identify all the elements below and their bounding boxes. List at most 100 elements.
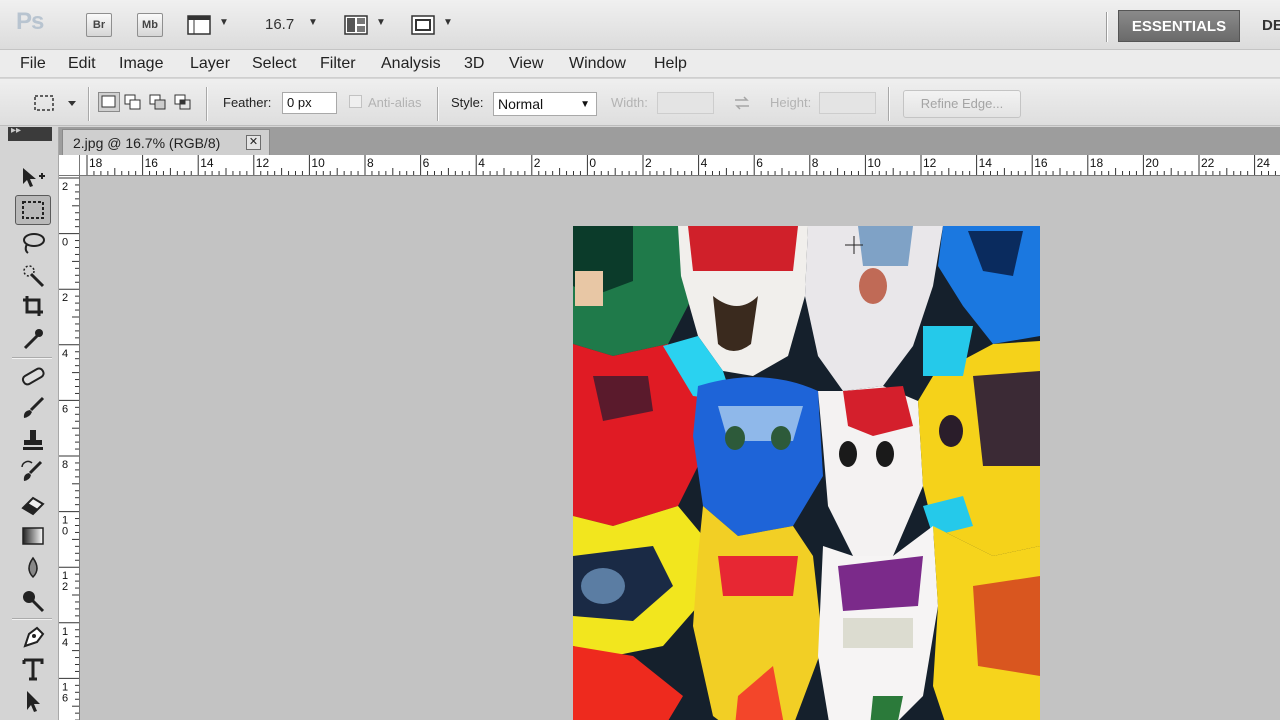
options-bar: Feather: 0 px Anti-alias Style: Normal ▼…	[0, 79, 1280, 126]
ruler-label: 2	[534, 156, 541, 170]
clone-stamp-tool[interactable]	[15, 425, 51, 455]
move-tool[interactable]	[15, 162, 51, 192]
view-extras-dropdown-arrow[interactable]: ▼	[219, 17, 229, 28]
ruler-origin[interactable]	[59, 155, 80, 176]
menu-layer[interactable]: Layer	[190, 55, 230, 73]
menu-file[interactable]: File	[20, 55, 46, 73]
crop-tool[interactable]	[15, 292, 51, 322]
antialias-checkbox[interactable]	[349, 95, 362, 108]
view-extras-icon	[187, 15, 211, 35]
menu-view[interactable]: View	[509, 55, 543, 73]
horizontal-ruler[interactable]: 18 16 14 12 10 8 6 4 2 0 2 4 6 8 10 12 14 16 18 20 22 24	[59, 155, 1280, 176]
new-selection-button[interactable]	[98, 92, 120, 112]
dodge-tool[interactable]	[15, 585, 51, 615]
intersect-selection-button[interactable]	[172, 92, 194, 112]
ruler-label: 0	[62, 526, 68, 538]
ruler-label: 2	[62, 581, 68, 593]
tool-preset-picker[interactable]	[30, 91, 80, 115]
style-select[interactable]: Normal ▼	[493, 92, 597, 116]
arrange-dropdown-arrow[interactable]: ▼	[376, 17, 386, 28]
eraser-tool[interactable]	[15, 489, 51, 519]
width-input[interactable]	[657, 92, 714, 114]
workspace-design-button[interactable]: DE	[1252, 10, 1280, 42]
path-selection-tool[interactable]	[15, 686, 51, 716]
menu-analysis[interactable]: Analysis	[381, 55, 441, 73]
spot-healing-brush-icon	[21, 367, 45, 386]
arrange-documents-icon	[344, 15, 368, 35]
close-document-button[interactable]: ✕	[246, 135, 261, 150]
cursor-crosshair-icon	[845, 236, 863, 254]
refine-edge-button[interactable]: Refine Edge...	[903, 90, 1021, 118]
launch-mini-bridge-button[interactable]: Mb	[137, 13, 163, 37]
swap-arrows-icon	[735, 96, 749, 110]
ruler-label: 2	[645, 156, 652, 170]
tool-group-divider	[12, 618, 52, 620]
menu-3d[interactable]: 3D	[464, 55, 484, 73]
menu-select[interactable]: Select	[252, 55, 296, 73]
launch-bridge-button[interactable]: Br	[86, 13, 112, 37]
ruler-label: 18	[89, 156, 103, 170]
menu-image[interactable]: Image	[119, 55, 163, 73]
blur-tool[interactable]	[15, 553, 51, 583]
ruler-label: 10	[311, 156, 325, 170]
vertical-ruler[interactable]: 20246810121416	[59, 176, 80, 720]
dodge-tool-icon	[23, 591, 45, 613]
add-selection-icon	[124, 94, 141, 110]
tools-panel: ▸▸	[0, 125, 59, 720]
history-brush-tool[interactable]	[15, 457, 51, 487]
ruler-label: 0	[62, 237, 68, 249]
spot-healing-brush-tool[interactable]	[15, 361, 51, 391]
zoom-dropdown-arrow[interactable]: ▼	[308, 17, 318, 28]
ruler-label: 14	[979, 156, 993, 170]
intersect-selection-icon	[174, 94, 191, 110]
quick-selection-tool-icon	[23, 265, 45, 288]
menu-help[interactable]: Help	[654, 55, 687, 73]
gradient-tool[interactable]	[15, 521, 51, 551]
add-to-selection-button[interactable]	[122, 92, 144, 112]
gradient-tool-icon	[22, 527, 44, 545]
brush-tool[interactable]	[15, 393, 51, 423]
view-extras-button[interactable]	[186, 13, 214, 37]
workspace-essentials-button[interactable]: ESSENTIALS	[1118, 10, 1240, 42]
screen-mode-dropdown-arrow[interactable]: ▼	[443, 17, 453, 28]
swap-width-height-button[interactable]	[733, 95, 751, 111]
eraser-tool-icon	[21, 496, 45, 516]
menu-edit[interactable]: Edit	[68, 55, 96, 73]
zoom-level[interactable]: 16.7	[265, 16, 294, 33]
pen-tool[interactable]	[15, 622, 51, 652]
collapse-arrows-icon: ▸▸	[11, 125, 22, 136]
ruler-label: 4	[62, 637, 68, 649]
rectangular-marquee-tool[interactable]	[15, 195, 51, 225]
lasso-tool[interactable]	[15, 228, 51, 258]
arrange-documents-button[interactable]	[343, 13, 371, 37]
ruler-label: 6	[62, 692, 68, 704]
canvas-workspace[interactable]	[80, 176, 1280, 720]
height-input[interactable]	[819, 92, 876, 114]
options-divider	[206, 87, 208, 121]
menu-window[interactable]: Window	[569, 55, 626, 73]
document-tab[interactable]: 2.jpg @ 16.7% (RGB/8) ✕	[62, 129, 270, 155]
vertical-ruler-ticks: 20246810121416	[59, 177, 79, 720]
ruler-label: 8	[62, 459, 68, 471]
document-image[interactable]	[573, 226, 1040, 720]
quick-selection-tool[interactable]	[15, 260, 51, 290]
tools-panel-header[interactable]: ▸▸	[8, 125, 52, 141]
options-divider	[437, 87, 439, 121]
path-selection-tool-icon	[27, 691, 40, 712]
ruler-label: 6	[756, 156, 763, 170]
screen-mode-icon	[411, 15, 435, 35]
feather-input[interactable]: 0 px	[282, 92, 337, 114]
lasso-tool-icon	[23, 233, 45, 254]
type-tool[interactable]	[15, 654, 51, 684]
subtract-from-selection-button[interactable]	[147, 92, 169, 112]
ruler-label: 22	[1201, 156, 1215, 170]
feather-label: Feather:	[223, 95, 272, 110]
screen-mode-button[interactable]	[410, 13, 438, 37]
clone-stamp-tool-icon	[23, 430, 43, 450]
eyedropper-tool[interactable]	[15, 324, 51, 354]
options-divider	[888, 87, 890, 121]
appbar-divider	[1106, 12, 1108, 42]
menu-filter[interactable]: Filter	[320, 55, 356, 73]
blur-tool-icon	[28, 556, 38, 579]
ruler-label: 2	[62, 292, 68, 304]
